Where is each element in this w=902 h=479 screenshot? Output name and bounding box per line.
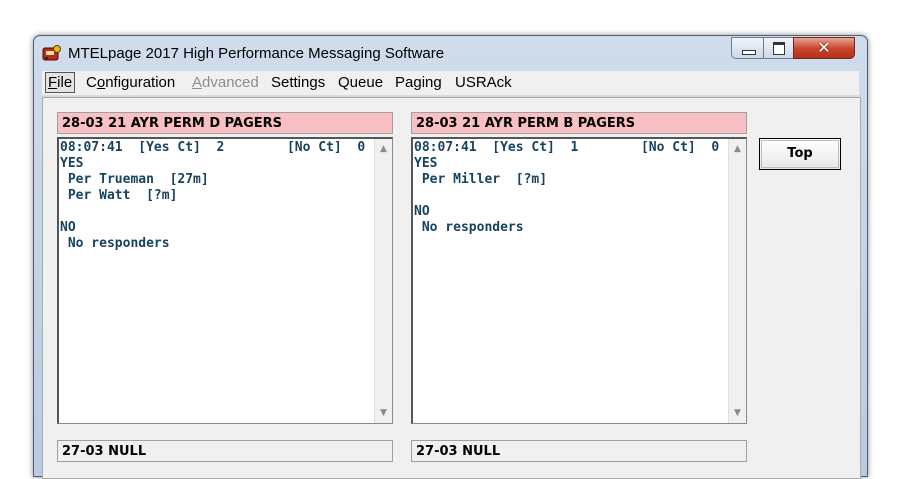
panel-response-text[interactable]: 08:07:41 [Yes Ct] 2 [No Ct] 0 YES Per Tr… (57, 137, 393, 424)
minimize-icon (742, 50, 756, 55)
scroll-down-icon[interactable]: ▼ (375, 408, 392, 418)
title-bar[interactable]: MTELpage 2017 High Performance Messaging… (34, 36, 867, 70)
menu-paging[interactable]: Paging (395, 74, 442, 91)
scroll-down-icon[interactable]: ▼ (729, 408, 746, 418)
close-button[interactable]: ✕ (793, 37, 855, 59)
panel-header: 27-03 NULL (57, 440, 393, 462)
menu-bar: File Configuration Advanced Settings Que… (42, 71, 859, 96)
pager-app-icon (42, 45, 61, 61)
panel-response-text[interactable]: 08:07:41 [Yes Ct] 1 [No Ct] 0 YES Per Mi… (411, 137, 747, 424)
client-area: 28-03 21 AYR PERM D PAGERS 08:07:41 [Yes… (42, 97, 861, 479)
top-button[interactable]: Top (759, 138, 841, 170)
menu-advanced[interactable]: Advanced (192, 74, 259, 91)
pager-panel-3: 27-03 NULL (57, 440, 393, 462)
menu-settings[interactable]: Settings (271, 74, 325, 91)
vertical-scrollbar[interactable]: ▲ ▼ (374, 139, 392, 423)
scroll-up-icon[interactable]: ▲ (729, 144, 746, 154)
panel-header: 28-03 21 AYR PERM B PAGERS (411, 112, 747, 134)
pager-panel-1: 28-03 21 AYR PERM D PAGERS 08:07:41 [Yes… (57, 112, 393, 424)
menu-queue[interactable]: Queue (338, 74, 383, 91)
pager-panel-2: 28-03 21 AYR PERM B PAGERS 08:07:41 [Yes… (411, 112, 747, 424)
maximize-icon (773, 42, 785, 55)
panel-header: 27-03 NULL (411, 440, 747, 462)
maximize-button[interactable] (763, 37, 794, 59)
pager-panel-4: 27-03 NULL (411, 440, 747, 462)
menu-configuration[interactable]: Configuration (86, 74, 175, 91)
app-window: MTELpage 2017 High Performance Messaging… (33, 35, 868, 479)
panel-header: 28-03 21 AYR PERM D PAGERS (57, 112, 393, 134)
minimize-button[interactable] (731, 37, 764, 59)
close-icon: ✕ (817, 38, 831, 57)
panel-text: 08:07:41 [Yes Ct] 2 [No Ct] 0 YES Per Tr… (60, 140, 366, 251)
scroll-up-icon[interactable]: ▲ (375, 144, 392, 154)
window-title: MTELpage 2017 High Performance Messaging… (68, 45, 445, 62)
menu-usrack[interactable]: USRAck (455, 74, 512, 91)
vertical-scrollbar[interactable]: ▲ ▼ (728, 139, 746, 423)
menu-file[interactable]: File (45, 72, 76, 93)
panel-text: 08:07:41 [Yes Ct] 1 [No Ct] 0 YES Per Mi… (414, 140, 720, 235)
